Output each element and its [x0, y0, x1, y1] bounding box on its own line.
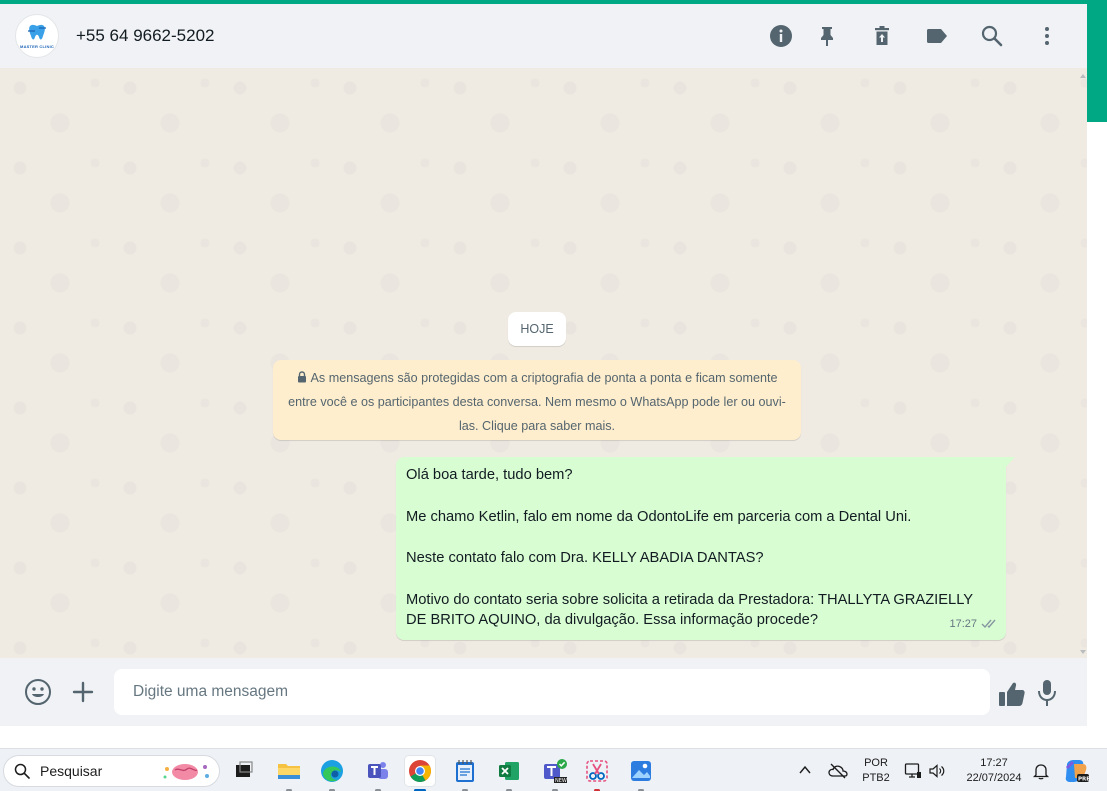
message-line: Motivo do contato seria sobre solicita a… [406, 591, 973, 629]
edge-browser-icon [321, 760, 343, 782]
teams-button[interactable] [363, 756, 393, 791]
message-input[interactable] [114, 669, 990, 715]
voice-message-button[interactable] [1036, 679, 1058, 707]
message-line: Me chamo Ketlin, falo em nome da OdontoL… [406, 508, 912, 525]
scroll-up-arrow-icon[interactable] [1080, 74, 1086, 78]
encryption-notice-text: As mensagens são protegidas com a cripto… [288, 371, 786, 433]
cloud-offline-icon [828, 763, 848, 779]
send-like-button[interactable] [997, 680, 1027, 708]
label-icon [927, 29, 947, 43]
message-line: Olá boa tarde, tudo bem? [406, 467, 573, 483]
outgoing-message[interactable]: Olá boa tarde, tudo bem? Me chamo Ketlin… [396, 457, 1006, 640]
clock-time: 17:27 [980, 757, 1008, 769]
chrome-icon [409, 760, 431, 782]
network-icon [904, 763, 921, 778]
copilot-icon: PRE [1065, 760, 1090, 783]
photos-icon [631, 761, 651, 781]
chat-scrollbar[interactable] [1079, 68, 1087, 658]
task-view-icon [236, 761, 253, 777]
more-options-icon [1045, 27, 1049, 45]
teams-icon [368, 762, 388, 779]
file-explorer-button[interactable] [274, 756, 304, 791]
delete-icon [875, 26, 889, 45]
message-composer [0, 658, 1087, 726]
label-chat-button[interactable] [925, 24, 949, 48]
microphone-icon [1038, 680, 1056, 706]
emoji-icon [25, 679, 51, 705]
taskbar-search-label: Pesquisar [40, 763, 103, 779]
double-check-icon [981, 619, 996, 629]
scroll-down-arrow-icon[interactable] [1080, 650, 1086, 654]
pin-chat-button[interactable] [815, 24, 839, 48]
search-icon [14, 763, 30, 779]
chevron-up-icon [799, 765, 811, 774]
excel-icon [499, 762, 519, 780]
more-options-button[interactable] [1035, 24, 1059, 48]
teams-new-icon: NEW [544, 759, 567, 784]
onedrive-button[interactable] [828, 762, 848, 780]
delete-chat-button[interactable] [870, 24, 894, 48]
svg-text:PRE: PRE [1078, 777, 1090, 783]
teams-new-button[interactable]: NEW [540, 756, 570, 791]
volume-button[interactable] [928, 762, 946, 780]
contact-name[interactable]: +55 64 9662-5202 [76, 26, 215, 46]
clock-date: 22/07/2024 [966, 772, 1022, 784]
info-icon [770, 25, 792, 47]
plus-icon [72, 681, 94, 703]
attach-button[interactable] [71, 680, 95, 704]
taskbar-search-box[interactable]: Pesquisar [3, 755, 220, 787]
date-divider: HOJE [508, 312, 566, 346]
message-time: 17:27 [949, 617, 977, 630]
copilot-button[interactable]: PRE [1062, 758, 1090, 784]
notifications-button[interactable] [1032, 762, 1050, 780]
search-icon [981, 25, 1003, 47]
excel-button[interactable] [494, 756, 524, 791]
edge-button[interactable] [317, 756, 347, 791]
bubble-tail [1006, 457, 1015, 467]
speaker-icon [929, 764, 945, 778]
desktop-gap [0, 726, 1107, 748]
contact-avatar[interactable]: MASTER CLINIC [15, 14, 59, 58]
contact-info-button[interactable] [769, 24, 793, 48]
photos-button[interactable] [626, 756, 656, 791]
lock-icon [297, 371, 306, 383]
chat-header: MASTER CLINIC +55 64 9662-5202 [0, 4, 1087, 68]
scissors-icon [586, 760, 608, 782]
clock[interactable]: 17:27 22/07/2024 [958, 756, 1030, 786]
brain-highlight-icon [163, 764, 209, 780]
search-messages-button[interactable] [980, 24, 1004, 48]
folder-icon [278, 764, 300, 779]
thumbs-up-icon [999, 682, 1025, 706]
os-taskbar: Pesquisar NEW POR PTB2 17:27 22/07/2024 … [0, 748, 1107, 791]
emoji-button[interactable] [24, 678, 52, 706]
tooth-logo-icon [28, 24, 46, 40]
snipping-tool-button[interactable] [582, 756, 612, 791]
encryption-notice[interactable]: As mensagens são protegidas com a cripto… [273, 360, 801, 440]
message-list[interactable]: HOJE As mensagens são protegidas com a c… [0, 68, 1087, 658]
input-language-indicator[interactable]: POR PTB2 [858, 756, 894, 786]
language-code: POR [864, 757, 888, 769]
task-view-button[interactable] [228, 756, 258, 786]
bell-icon [1032, 764, 1050, 780]
keyboard-layout: PTB2 [862, 772, 890, 784]
whatsapp-window: MASTER CLINIC +55 64 9662-5202 HOJE As m… [0, 4, 1087, 726]
pin-icon [821, 27, 833, 46]
chrome-button[interactable] [405, 756, 435, 791]
network-button[interactable] [904, 762, 922, 780]
message-line: Neste contato falo com Dra. KELLY ABADIA… [406, 550, 764, 566]
side-panel-edge [1087, 122, 1107, 726]
svg-text:NEW: NEW [555, 778, 567, 784]
notepad-button[interactable] [450, 756, 480, 791]
message-meta: 17:27 [949, 614, 998, 635]
window-right-accent [1087, 0, 1107, 122]
show-hidden-icons-button[interactable] [798, 764, 812, 776]
notepad-icon [456, 760, 474, 782]
avatar-logo-text: MASTER CLINIC [20, 44, 54, 49]
